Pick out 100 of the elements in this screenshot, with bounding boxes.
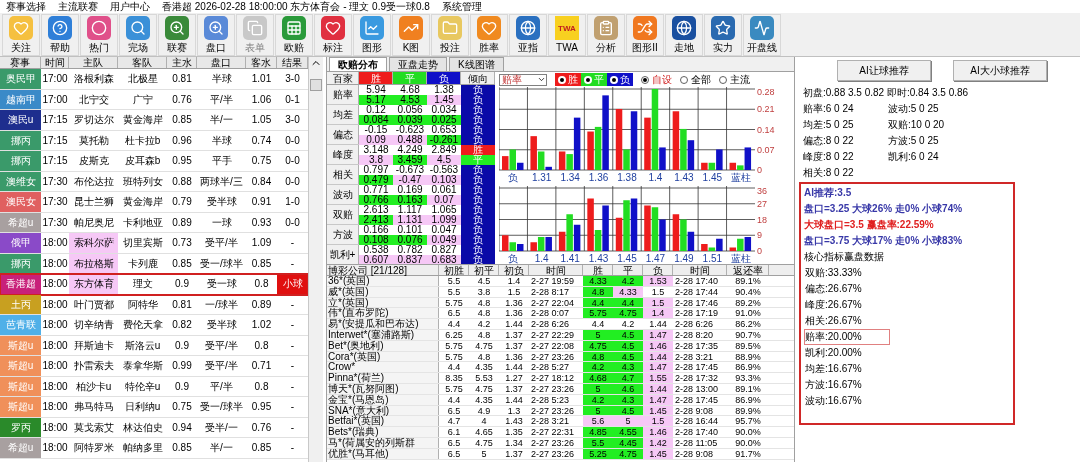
match-row[interactable]: 澳民女 17:30 昆士兰狮 黄金海岸 0.79 受半球 0.91 1-0 — [0, 192, 308, 213]
ai-button[interactable]: AI让球推荐 — [837, 60, 931, 81]
toggle-dot[interactable] — [558, 75, 566, 84]
ai-button[interactable]: AI大小球推荐 — [953, 60, 1047, 81]
toolbar-button[interactable]: 胜率 — [470, 13, 508, 56]
match-row[interactable]: 罗丙 18:00 莫戈索艾 林达伯史 0.94 受半/一 0.76 - — [0, 417, 308, 438]
toolbar-button[interactable]: 分析 — [587, 13, 625, 56]
toolbar-button[interactable]: 图形II — [626, 13, 664, 56]
radio-option[interactable]: 全部 — [680, 72, 711, 87]
zoom-in-icon — [165, 16, 189, 40]
toolbar-button[interactable]: 关注 — [2, 13, 40, 56]
menu-item[interactable]: 香港超 2026-02-28 18:00:00 东方体育会 - 理文 0.9受一球0.8 — [162, 0, 430, 13]
toolbar-button[interactable]: 投注 — [431, 13, 469, 56]
column-header[interactable]: 客水 — [246, 57, 277, 68]
bookmaker-name[interactable]: 博天*(瓦努阿图) — [327, 383, 439, 394]
toolbar-button[interactable]: 开盘线 — [743, 13, 781, 56]
bookmaker-name[interactable]: Betfai*(英国) — [327, 416, 439, 427]
toolbar-button[interactable]: 欧赔 — [275, 13, 313, 56]
bookmaker-name[interactable]: Interwet*(塞浦路斯) — [327, 330, 439, 340]
match-row[interactable]: 斯超u 18:00 弗马特马 日利纳u 0.75 受一/球半 0.95 - — [0, 397, 308, 418]
column-header[interactable]: 返还率 — [727, 265, 769, 275]
column-header[interactable]: 博彩公司 [21/128] — [327, 265, 439, 275]
toolbar-button[interactable]: 盘口 — [197, 13, 235, 56]
bookmaker-name[interactable]: 36*(英国) — [327, 276, 439, 286]
menu-item[interactable]: 主流联赛 — [58, 0, 98, 13]
match-row[interactable]: 土丙 18:00 叶门贾都 阿特华 0.81 一/球半 0.89 - — [0, 294, 308, 315]
match-row[interactable]: 澳维女 17:30 布伦达拉 班特列女 0.88 两球半/三 0.84 0-0 — [0, 171, 308, 192]
match-row[interactable]: 斯超u 18:00 柏沙卡u 特伦辛u 0.9 平/半 0.8 - — [0, 376, 308, 397]
toolbar-button[interactable]: 走地 — [665, 13, 703, 56]
toolbar-button[interactable]: TWA TWA — [548, 13, 586, 56]
match-row[interactable]: 奥民甲 17:00 洛根利森 北极星 0.81 半球 1.01 3-0 — [0, 69, 308, 90]
match-row[interactable]: 希超u 18:00 阿特罗米 帕纳多里 0.85 半/一 0.85 - — [0, 438, 308, 459]
toolbar-button[interactable]: 标注 — [314, 13, 352, 56]
bookmaker-name[interactable]: 易*(安提瓜和巴布达) — [327, 319, 439, 329]
table-cell-text: 北极星 — [126, 72, 159, 87]
scrollbar[interactable] — [308, 57, 323, 462]
bookmaker-name[interactable]: 优胜*(马耳他) — [327, 448, 439, 459]
bookmaker-name[interactable]: 金宝*(马恩岛) — [327, 394, 439, 405]
tab[interactable]: 亚盘走势 — [389, 57, 447, 71]
bookmaker-name[interactable]: SNA*(意大利) — [327, 405, 439, 416]
bookmaker-name[interactable]: Cora*(英国) — [327, 351, 439, 362]
tab[interactable]: 欧赔分布 — [329, 57, 387, 71]
column-header[interactable]: 客队 — [118, 57, 167, 68]
match-row[interactable]: 俄甲 18:00 索科尔萨 切里宾斯 0.73 受平/半 1.09 - — [0, 233, 308, 254]
scroll-thumb[interactable] — [310, 79, 322, 91]
bookmaker-name[interactable]: 立*(英国) — [327, 297, 439, 308]
bookmaker-name[interactable]: 伟*(直布罗陀) — [327, 308, 439, 319]
column-header[interactable]: 初负 — [499, 265, 529, 275]
radio-option[interactable]: 自设 — [641, 72, 672, 87]
column-header[interactable]: 主队 — [69, 57, 118, 68]
menu-item[interactable]: 用户中心 — [110, 0, 150, 13]
metric-dropdown[interactable]: 赔率 — [499, 73, 547, 86]
match-row[interactable]: 香港超 18:00 东方体育 理文 0.9 受一球 0.8 小球 — [0, 274, 308, 295]
toolbar-button[interactable]: 实力 — [704, 13, 742, 56]
bookmaker-name[interactable]: Pinna*(荷兰) — [327, 373, 439, 383]
table-cell-text: 6.25 — [444, 330, 464, 340]
column-header[interactable]: 主水 — [167, 57, 197, 68]
toggle-dot[interactable] — [610, 75, 618, 84]
bookmaker-name[interactable]: 威*(英国) — [327, 286, 439, 297]
bookmaker-name[interactable]: Bet*(奥地利) — [327, 340, 439, 351]
match-row[interactable]: 越南甲 17:00 北宁交 广宁 0.76 平/半 1.06 0-1 — [0, 89, 308, 110]
column-header[interactable]: 赛事 — [0, 57, 41, 68]
table-cell-text: 95.7% — [734, 416, 762, 427]
column-header[interactable]: 时间 — [529, 265, 583, 275]
table-cell-text: 扑雷索夫 — [72, 359, 115, 374]
tab[interactable]: K线图谱 — [449, 57, 504, 71]
bookmaker-name[interactable]: 马*(荷属安的列斯群 — [327, 437, 439, 448]
column-header[interactable]: 平 — [613, 265, 643, 275]
toolbar-button[interactable]: 帮助 — [41, 13, 79, 56]
indicator-count: 赔率:6 0 24 — [803, 102, 855, 116]
column-header[interactable]: 胜 — [583, 265, 613, 275]
column-header[interactable]: 时间 — [41, 57, 69, 68]
toolbar-button[interactable]: 图形 — [353, 13, 391, 56]
column-header: 平 — [393, 72, 427, 84]
toolbar-button[interactable]: 热门 — [80, 13, 118, 56]
radio-option[interactable]: 主流 — [719, 72, 750, 87]
toolbar-button[interactable]: 完场 — [119, 13, 157, 56]
column-header[interactable]: 负 — [643, 265, 673, 275]
toolbar-button[interactable]: 亚指 — [509, 13, 547, 56]
match-row[interactable]: 斯超u 18:00 拜斯迪卡 斯洛云u 0.9 受平/半 0.8 - — [0, 335, 308, 356]
match-row[interactable]: 挪丙 17:15 莫托勒 杜卡拉b 0.96 半球 0.74 0-0 — [0, 130, 308, 151]
category-label: 蓝柱 — [730, 253, 751, 264]
menu-item[interactable]: 系统管理 — [441, 0, 482, 13]
table-cell-text: 卡列鹿 — [126, 256, 159, 271]
bookmaker-name[interactable]: Bets*(瑞典) — [327, 427, 439, 437]
bookmaker-name[interactable]: Crow* — [327, 362, 439, 373]
column-header[interactable]: 盘口 — [197, 57, 246, 68]
match-row[interactable]: 斯超u 18:00 扑雷索夫 泰拿华斯 0.99 受平/半 0.71 - — [0, 356, 308, 377]
toolbar-button[interactable]: K图 — [392, 13, 430, 56]
menu-item[interactable]: 赛事选择 — [6, 0, 46, 13]
toggle-dot[interactable] — [584, 75, 592, 84]
toolbar-button[interactable]: 联赛 — [158, 13, 196, 56]
column-header[interactable]: 时间 — [673, 265, 727, 275]
match-row[interactable]: 挪丙 18:00 布拉格斯 卡列鹿 0.85 受一/球半 0.85 - — [0, 253, 308, 274]
match-row[interactable]: 澳民u 17:15 罗切达尔 黄金海岸 0.85 半/一 1.05 3-0 — [0, 110, 308, 131]
table-cell-text: 17:15 — [41, 113, 69, 128]
column-header[interactable]: 初平 — [469, 265, 499, 275]
match-row[interactable]: 芭青联 18:00 切辛纳青 费伦天拿 0.82 受半球 1.02 - — [0, 315, 308, 336]
match-row[interactable]: 挪丙 17:15 皮斯克 皮耳森b 0.95 平手 0.75 0-0 — [0, 151, 308, 172]
column-header[interactable]: 初胜 — [439, 265, 469, 275]
